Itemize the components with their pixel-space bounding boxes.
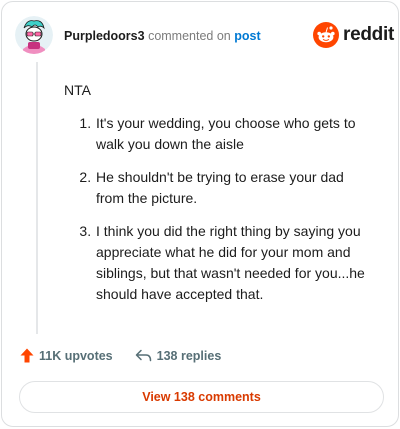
thread-line	[36, 62, 38, 334]
comment-point: It's your wedding, you choose who gets t…	[95, 113, 374, 155]
snoo-avatar-icon	[15, 16, 53, 54]
comment-point: He shouldn't be trying to erase your dad…	[95, 167, 374, 209]
replies-button[interactable]: 138 replies	[135, 348, 222, 363]
view-comments-label: View 138 comments	[142, 390, 261, 404]
reddit-wordmark: reddit	[343, 24, 394, 45]
comment-header: Purpledoors3 commented on post	[64, 28, 261, 44]
author-name[interactable]: Purpledoors3	[64, 29, 145, 43]
upvote-button[interactable]: 11K upvotes	[20, 348, 113, 363]
reply-icon	[135, 349, 151, 362]
reddit-alien-icon	[313, 22, 339, 48]
comment-card: Purpledoors3 commented on post reddit NT…	[1, 1, 399, 427]
user-avatar[interactable]	[15, 16, 53, 54]
comment-body: NTA It's your wedding, you choose who ge…	[64, 80, 374, 317]
reddit-logo[interactable]: reddit	[313, 22, 394, 48]
view-comments-button[interactable]: View 138 comments	[19, 381, 384, 413]
post-link[interactable]: post	[234, 29, 260, 43]
comment-actions: 11K upvotes 138 replies	[20, 348, 221, 363]
action-text: commented on	[148, 29, 231, 43]
comment-point: I think you did the right thing by sayin…	[95, 221, 374, 305]
comment-points-list: It's your wedding, you choose who gets t…	[64, 113, 374, 305]
comment-intro: NTA	[64, 82, 91, 98]
reply-count: 138 replies	[156, 348, 222, 363]
upvote-count: 11K upvotes	[39, 348, 113, 363]
upvote-arrow-icon	[20, 348, 34, 363]
